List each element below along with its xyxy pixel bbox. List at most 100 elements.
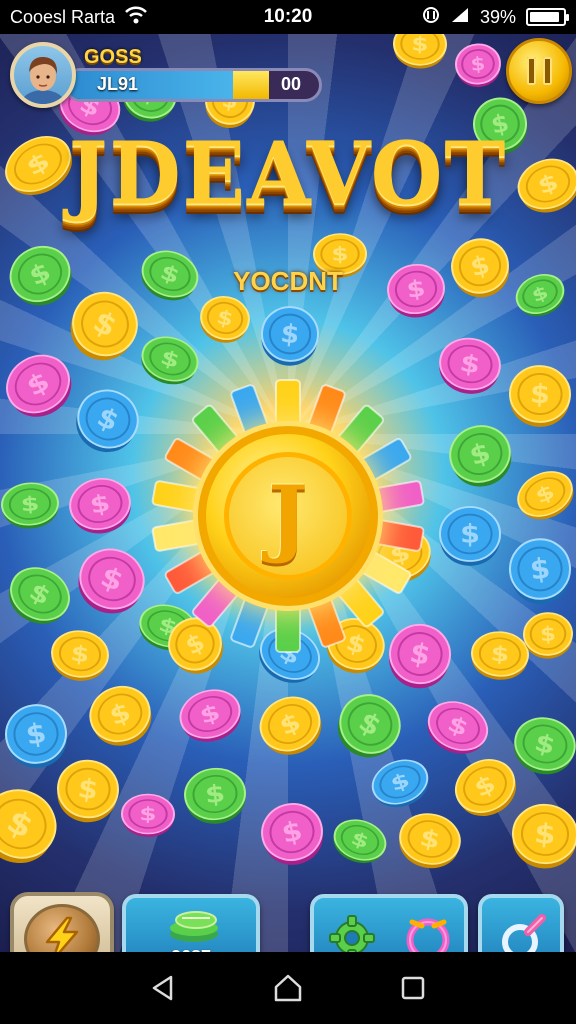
recents-button[interactable] <box>391 966 435 1010</box>
svg-text:$: $ <box>540 623 557 647</box>
burst-block <box>374 480 425 513</box>
burst-block <box>230 596 269 648</box>
coin: $ <box>399 813 461 869</box>
xp-fill-gold <box>232 71 269 99</box>
recents-icon <box>402 976 425 1000</box>
burst-block <box>151 480 202 513</box>
wifi-icon <box>125 6 147 29</box>
battery-level-fill <box>530 12 559 22</box>
game-subtitle: YOCDNT <box>233 266 343 296</box>
coin: $ <box>89 685 152 746</box>
battery-percent: 39% <box>479 6 516 27</box>
svg-text:$: $ <box>279 319 300 350</box>
player-profile[interactable]: JL91 00 GOSS <box>10 42 322 108</box>
svg-text:$: $ <box>20 492 40 517</box>
burst-block <box>230 384 269 436</box>
coin: $ <box>184 767 246 824</box>
svg-text:$: $ <box>139 804 157 826</box>
data-icon <box>422 6 440 29</box>
coin: $ <box>261 306 319 366</box>
ring-icon <box>406 918 450 952</box>
coin: $ <box>514 717 576 775</box>
svg-text:$: $ <box>533 817 557 851</box>
home-button[interactable] <box>266 966 310 1010</box>
battery-icon <box>526 8 569 26</box>
coin: $ <box>455 759 517 817</box>
svg-text:$: $ <box>470 53 486 76</box>
ring-button[interactable] <box>400 910 456 952</box>
coin: $ <box>259 696 322 755</box>
xp-bar: JL91 00 <box>64 68 322 102</box>
coin: $ <box>51 630 109 681</box>
back-button[interactable] <box>141 966 185 1010</box>
coin: $ <box>471 631 529 680</box>
coin: $ <box>0 789 57 864</box>
status-bar: Cooesl Rarta 10:20 39% <box>0 0 576 34</box>
coin: $ <box>427 701 489 754</box>
svg-text:$: $ <box>411 34 429 56</box>
coin: $ <box>76 389 139 453</box>
coin: $ <box>393 34 447 69</box>
wrench-icon <box>502 914 546 952</box>
coin: $ <box>9 567 70 624</box>
xp-fill <box>67 71 233 99</box>
coin: $ <box>261 803 324 865</box>
coin: $ <box>1 482 59 529</box>
bottom-toolbar: 2687 <box>0 884 576 952</box>
lightning-bolt-icon <box>45 916 79 952</box>
burst-block <box>151 519 202 552</box>
gems-panel[interactable]: 2687 <box>122 894 260 952</box>
xp-value: 00 <box>280 74 301 94</box>
coin: $ <box>121 793 175 838</box>
pause-button[interactable] <box>506 38 572 104</box>
burst-block <box>374 519 425 552</box>
coin: $ <box>5 704 67 768</box>
coin: $ <box>337 694 401 758</box>
coin: $ <box>523 612 573 659</box>
coin: $ <box>509 538 571 605</box>
coin: $ <box>200 296 250 343</box>
burst-block <box>307 384 346 436</box>
game-screen: $ $ $ $ $ $ $ $ $ $ $ $ $ $ $ $ $ $ $ $ $ $ $ $ $ $ $ $ $ $ $ $ $ $ $ $ $ $ $ $… <box>0 34 576 952</box>
home-icon <box>274 974 302 1002</box>
coin: $ <box>69 478 131 534</box>
coin: $ <box>509 365 571 427</box>
svg-text:$: $ <box>528 552 552 587</box>
back-icon <box>152 975 172 1001</box>
jackpot-coin[interactable]: J <box>198 426 378 606</box>
burst-block <box>275 605 301 653</box>
coin: $ <box>512 803 576 869</box>
coin: $ <box>455 43 501 88</box>
jackpot-coin-glyph: J <box>224 452 352 580</box>
coin: $ <box>449 425 512 487</box>
svg-text:$: $ <box>204 780 227 809</box>
settings-button[interactable] <box>326 912 378 952</box>
svg-text:$: $ <box>490 641 510 667</box>
coin: $ <box>517 471 574 520</box>
player-name: GOSS <box>84 46 142 68</box>
tools-panel <box>310 894 468 952</box>
pause-icon <box>526 57 552 85</box>
signal-icon <box>450 6 470 29</box>
coin: $ <box>371 759 429 808</box>
navigation-bar <box>0 952 576 1024</box>
svg-text:$: $ <box>460 520 480 549</box>
avatar[interactable] <box>10 42 76 108</box>
burst-block <box>307 596 346 648</box>
svg-text:$: $ <box>331 244 349 266</box>
svg-text:$: $ <box>529 378 550 410</box>
coin: $ <box>439 506 501 566</box>
coin: $ <box>6 354 72 417</box>
coin: $ <box>439 337 501 394</box>
coin: $ <box>333 819 387 864</box>
clock: 10:20 <box>263 6 313 27</box>
level-label: JL91 <box>97 74 139 94</box>
boost-button[interactable] <box>10 892 114 952</box>
tools-button[interactable] <box>478 894 564 952</box>
carrier-label: Cooesl Rarta <box>10 6 116 27</box>
gem-stack-icon <box>170 911 218 942</box>
coin: $ <box>179 689 241 742</box>
coin: $ <box>57 759 119 823</box>
gear-icon <box>329 915 375 952</box>
svg-text:$: $ <box>69 641 90 668</box>
